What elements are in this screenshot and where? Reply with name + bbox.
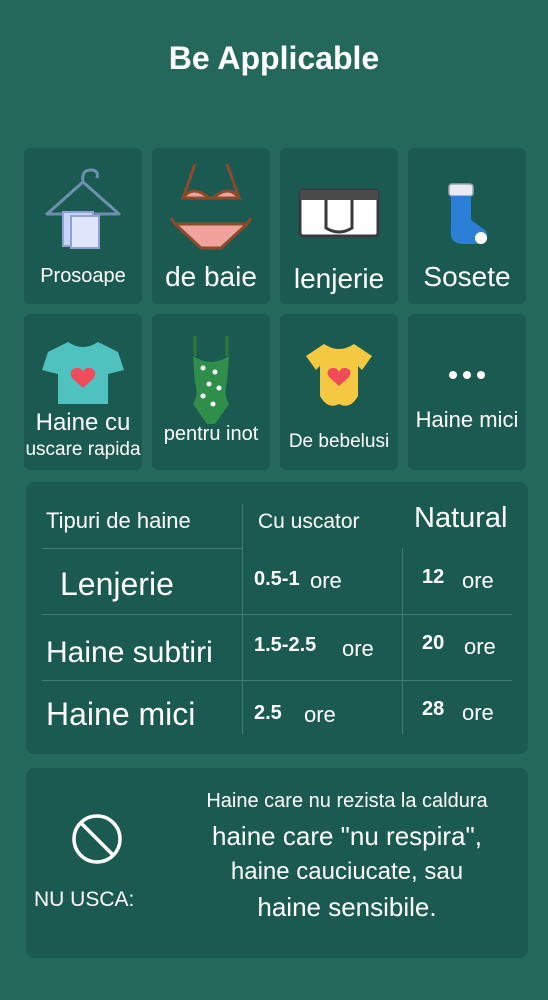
tile-label: lenjerie bbox=[293, 263, 385, 294]
category-tile-socks[interactable]: Sosete bbox=[408, 148, 526, 304]
natural-value: 12 bbox=[422, 566, 445, 588]
page-title: Be Applicable bbox=[168, 40, 380, 76]
dryer-value: 0.5-1 bbox=[254, 568, 300, 590]
dryer-value: 2.5 bbox=[254, 702, 282, 724]
sock-icon bbox=[408, 182, 526, 248]
do-not-dry-label: NU USCA: bbox=[34, 888, 135, 911]
dryer-unit: ore bbox=[310, 568, 342, 593]
do-not-dry-panel: NU USCA: Haine care nu rezista la caldur… bbox=[26, 768, 528, 958]
natural-unit: ore bbox=[462, 568, 494, 593]
category-tile-underwear[interactable]: lenjerie bbox=[280, 148, 398, 304]
natural-value: 20 bbox=[422, 632, 445, 654]
tile-label: Haine mici bbox=[415, 407, 519, 432]
natural-value: 28 bbox=[422, 698, 445, 720]
bikini-icon bbox=[152, 158, 270, 254]
category-tile-towels[interactable]: Prosoape bbox=[24, 148, 142, 304]
tile-label: Haine cu bbox=[35, 409, 131, 436]
warning-line: Haine care nu rezista la caldura bbox=[206, 790, 488, 812]
table-row-type: Haine mici bbox=[46, 696, 196, 732]
category-tile-swimsuit[interactable]: pentru inot bbox=[152, 314, 270, 470]
category-tile-small-clothes[interactable]: Haine mici bbox=[408, 314, 526, 470]
tshirt-heart-icon bbox=[24, 338, 142, 408]
category-tile-swimwear[interactable]: de baie bbox=[152, 148, 270, 304]
tile-label: pentru inot bbox=[163, 423, 259, 445]
hanger-towel-icon bbox=[24, 162, 142, 254]
tile-label-line2: uscare rapida bbox=[25, 439, 141, 460]
warning-line: haine cauciucate, sau bbox=[230, 858, 464, 885]
tile-label: de baie bbox=[165, 261, 257, 292]
underwear-icon bbox=[280, 188, 398, 240]
dryer-unit: ore bbox=[342, 636, 374, 661]
tile-label: De bebelusi bbox=[288, 431, 390, 452]
tile-label: Sosete bbox=[423, 261, 511, 292]
natural-unit: ore bbox=[462, 700, 494, 725]
table-row-type: Haine subtiri bbox=[46, 636, 213, 669]
drying-time-table: Tipuri de haine Cu uscator Natural Lenje… bbox=[26, 482, 528, 754]
dryer-unit: ore bbox=[304, 702, 336, 727]
baby-bodysuit-icon bbox=[280, 340, 398, 412]
natural-unit: ore bbox=[464, 634, 496, 659]
category-tile-quick-dry[interactable]: Haine cu uscare rapida bbox=[24, 314, 142, 470]
tile-label: Prosoape bbox=[40, 265, 126, 287]
table-row-type: Lenjerie bbox=[60, 566, 174, 602]
dryer-value: 1.5-2.5 bbox=[254, 634, 317, 656]
more-dots-icon bbox=[408, 370, 526, 380]
warning-line: haine care "nu respira", bbox=[212, 821, 482, 851]
table-header: Tipuri de haine bbox=[46, 508, 191, 533]
swimsuit-icon bbox=[152, 334, 270, 426]
do-not-dry-list: Haine care nu rezista la caldura haine c… bbox=[166, 790, 528, 923]
category-tile-baby[interactable]: De bebelusi bbox=[280, 314, 398, 470]
prohibited-icon bbox=[70, 812, 124, 871]
table-header: Cu uscator bbox=[258, 510, 360, 533]
table-header: Natural bbox=[414, 502, 508, 534]
warning-line: haine sensibile. bbox=[257, 892, 437, 922]
